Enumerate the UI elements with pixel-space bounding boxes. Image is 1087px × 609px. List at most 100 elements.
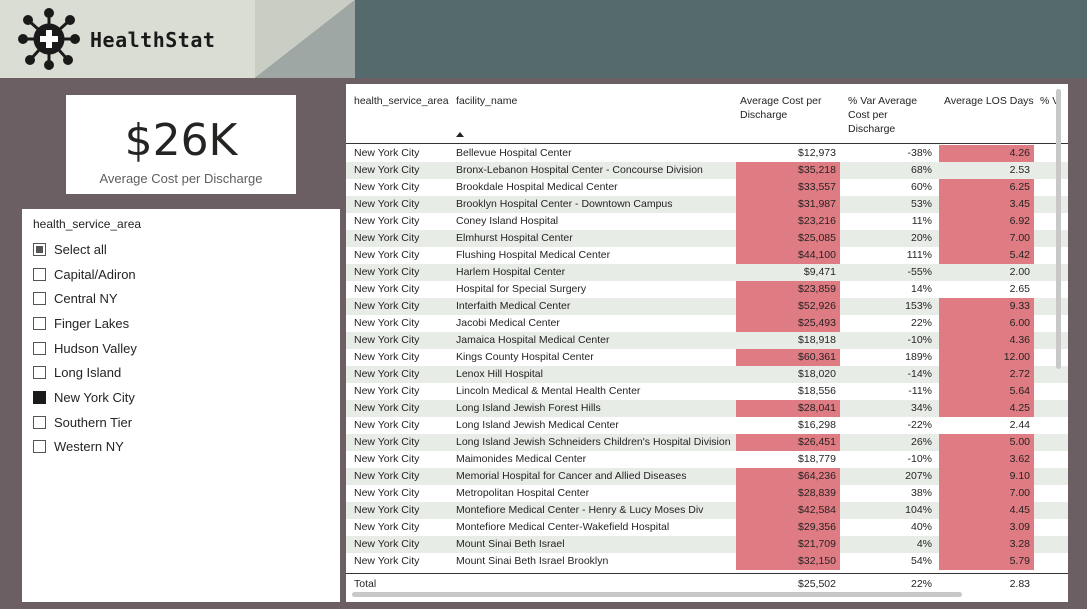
cell-facility: Montefiore Medical Center-Wakefield Hosp… — [456, 521, 670, 533]
cell-los: 2.44 — [1009, 419, 1030, 431]
table-row[interactable]: New York City Harlem Hospital Center $9,47… — [346, 264, 1068, 281]
col-header-var[interactable]: % Var Average Cost per Discharge — [848, 94, 932, 136]
checkbox-icon[interactable] — [33, 242, 46, 256]
cell-cost: $32,150 — [736, 553, 840, 570]
cell-cost: $28,839 — [736, 485, 840, 502]
cell-var: 38% — [910, 487, 932, 499]
cell-los: 5.79 — [939, 553, 1034, 570]
cell-area: New York City — [354, 147, 420, 159]
table-row[interactable]: New York City Jacobi Medical Center $25,49… — [346, 315, 1068, 332]
slicer-item[interactable]: Hudson Valley — [33, 336, 329, 361]
cell-cost: $9,471 — [803, 266, 836, 278]
cell-cost: $23,216 — [736, 213, 840, 230]
cell-area: New York City — [354, 419, 420, 431]
table-row[interactable]: New York City Kings County Hospital Cente… — [346, 349, 1068, 366]
table-row[interactable]: New York City Jamaica Hospital Medical Ce… — [346, 332, 1068, 349]
cell-cost: $18,779 — [798, 453, 836, 465]
cell-los: 3.09 — [939, 519, 1034, 536]
table-row[interactable]: New York City Memorial Hospital for Cance… — [346, 468, 1068, 485]
cell-var: 20% — [910, 232, 932, 244]
cell-var: -38% — [907, 147, 932, 159]
cell-var: -10% — [907, 334, 932, 346]
table-row[interactable]: New York City Elmhurst Hospital Center $25… — [346, 230, 1068, 247]
cell-los: 12.00 — [939, 349, 1034, 366]
checkbox-icon[interactable] — [33, 415, 46, 429]
checkbox-icon[interactable] — [33, 366, 46, 380]
total-var: 22% — [910, 578, 932, 590]
table-row[interactable]: New York City Long Island Jewish Medical … — [346, 417, 1068, 434]
table-row[interactable]: New York City Flushing Hospital Medical C… — [346, 247, 1068, 264]
slicer-item[interactable]: Capital/Adiron — [33, 262, 329, 287]
cell-area: New York City — [354, 521, 420, 533]
cell-facility: Lenox Hill Hospital — [456, 368, 543, 380]
checkbox-icon[interactable] — [33, 292, 46, 306]
cell-facility: Mount Sinai Beth Israel — [456, 538, 565, 550]
cell-area: New York City — [354, 334, 420, 346]
cell-facility: Bronx-Lebanon Hospital Center - Concours… — [456, 164, 703, 176]
col-header-los[interactable]: Average LOS Days — [944, 94, 1036, 108]
cell-var: 14% — [910, 283, 932, 295]
cell-cost: $52,926 — [736, 298, 840, 315]
slicer-item[interactable]: Finger Lakes — [33, 311, 329, 336]
cell-area: New York City — [354, 300, 420, 312]
cell-area: New York City — [354, 181, 420, 193]
vertical-scrollbar[interactable] — [1056, 89, 1061, 369]
cell-area: New York City — [354, 164, 420, 176]
checkbox-icon[interactable] — [33, 316, 46, 330]
cell-area: New York City — [354, 487, 420, 499]
cell-los: 9.10 — [939, 468, 1034, 485]
slicer-item[interactable]: Long Island — [33, 360, 329, 385]
table-row[interactable]: New York City Lincoln Medical & Mental He… — [346, 383, 1068, 400]
cell-facility: Long Island Jewish Medical Center — [456, 419, 619, 431]
slicer-item[interactable]: Central NY — [33, 286, 329, 311]
cell-los: 3.28 — [939, 536, 1034, 553]
table-row[interactable]: New York City Long Island Jewish Schneide… — [346, 434, 1068, 451]
table-row[interactable]: New York City Interfaith Medical Center $5… — [346, 298, 1068, 315]
cell-los: 7.00 — [939, 485, 1034, 502]
table-row[interactable]: New York City Bellevue Hospital Center $12… — [346, 145, 1068, 162]
cell-los: 5.42 — [939, 247, 1034, 264]
logo-panel: HealthStat — [0, 0, 255, 78]
checkbox-icon[interactable] — [33, 440, 46, 454]
checkbox-icon[interactable] — [33, 341, 46, 355]
cell-facility: Harlem Hospital Center — [456, 266, 566, 278]
slicer-item[interactable]: Western NY — [33, 435, 329, 460]
cell-var: 53% — [910, 198, 932, 210]
table-row[interactable]: New York City Maimonides Medical Center $1… — [346, 451, 1068, 468]
table-row[interactable]: New York City Metropolitan Hospital Cente… — [346, 485, 1068, 502]
table-row[interactable]: New York City Montefiore Medical Center-W… — [346, 519, 1068, 536]
horizontal-scrollbar[interactable] — [352, 592, 962, 597]
cell-var: -10% — [907, 453, 932, 465]
checkbox-icon[interactable] — [33, 390, 46, 404]
cell-area: New York City — [354, 504, 420, 516]
slicer-item[interactable]: New York City — [33, 385, 329, 410]
table-row[interactable]: New York City Coney Island Hospital $23,21… — [346, 213, 1068, 230]
cell-var: 111% — [906, 249, 932, 261]
slicer-item[interactable]: Southern Tier — [33, 410, 329, 435]
table-row[interactable]: New York City Montefiore Medical Center -… — [346, 502, 1068, 519]
cell-facility: Metropolitan Hospital Center — [456, 487, 590, 499]
slicer-item[interactable]: Select all — [33, 237, 329, 262]
table-row[interactable]: New York City Lenox Hill Hospital $18,020 -… — [346, 366, 1068, 383]
table-row[interactable]: New York City Mount Sinai Beth Israel Bro… — [346, 553, 1068, 570]
cell-var: -22% — [907, 419, 932, 431]
table-row[interactable]: New York City Brookdale Hospital Medical … — [346, 179, 1068, 196]
col-header-area[interactable]: health_service_area — [354, 94, 449, 108]
cell-facility: Flushing Hospital Medical Center — [456, 249, 611, 261]
cell-var: 104% — [905, 504, 932, 516]
cell-facility: Jacobi Medical Center — [456, 317, 560, 329]
table-row[interactable]: New York City Hospital for Special Surger… — [346, 281, 1068, 298]
cell-area: New York City — [354, 232, 420, 244]
table-row[interactable]: New York City Mount Sinai Beth Israel $21,… — [346, 536, 1068, 553]
cell-cost: $29,356 — [736, 519, 840, 536]
col-header-extra[interactable]: % V — [1040, 94, 1068, 108]
slicer-item-label: Select all — [54, 241, 107, 257]
col-header-cost[interactable]: Average Cost per Discharge — [740, 94, 836, 122]
checkbox-icon[interactable] — [33, 267, 46, 281]
cell-los: 3.45 — [939, 196, 1034, 213]
table-row[interactable]: New York City Bronx-Lebanon Hospital Cent… — [346, 162, 1068, 179]
table-row[interactable]: New York City Brooklyn Hospital Center - … — [346, 196, 1068, 213]
table-row[interactable]: New York City Long Island Jewish Forest H… — [346, 400, 1068, 417]
col-header-facility[interactable]: facility_name — [456, 94, 517, 108]
cell-area: New York City — [354, 283, 420, 295]
